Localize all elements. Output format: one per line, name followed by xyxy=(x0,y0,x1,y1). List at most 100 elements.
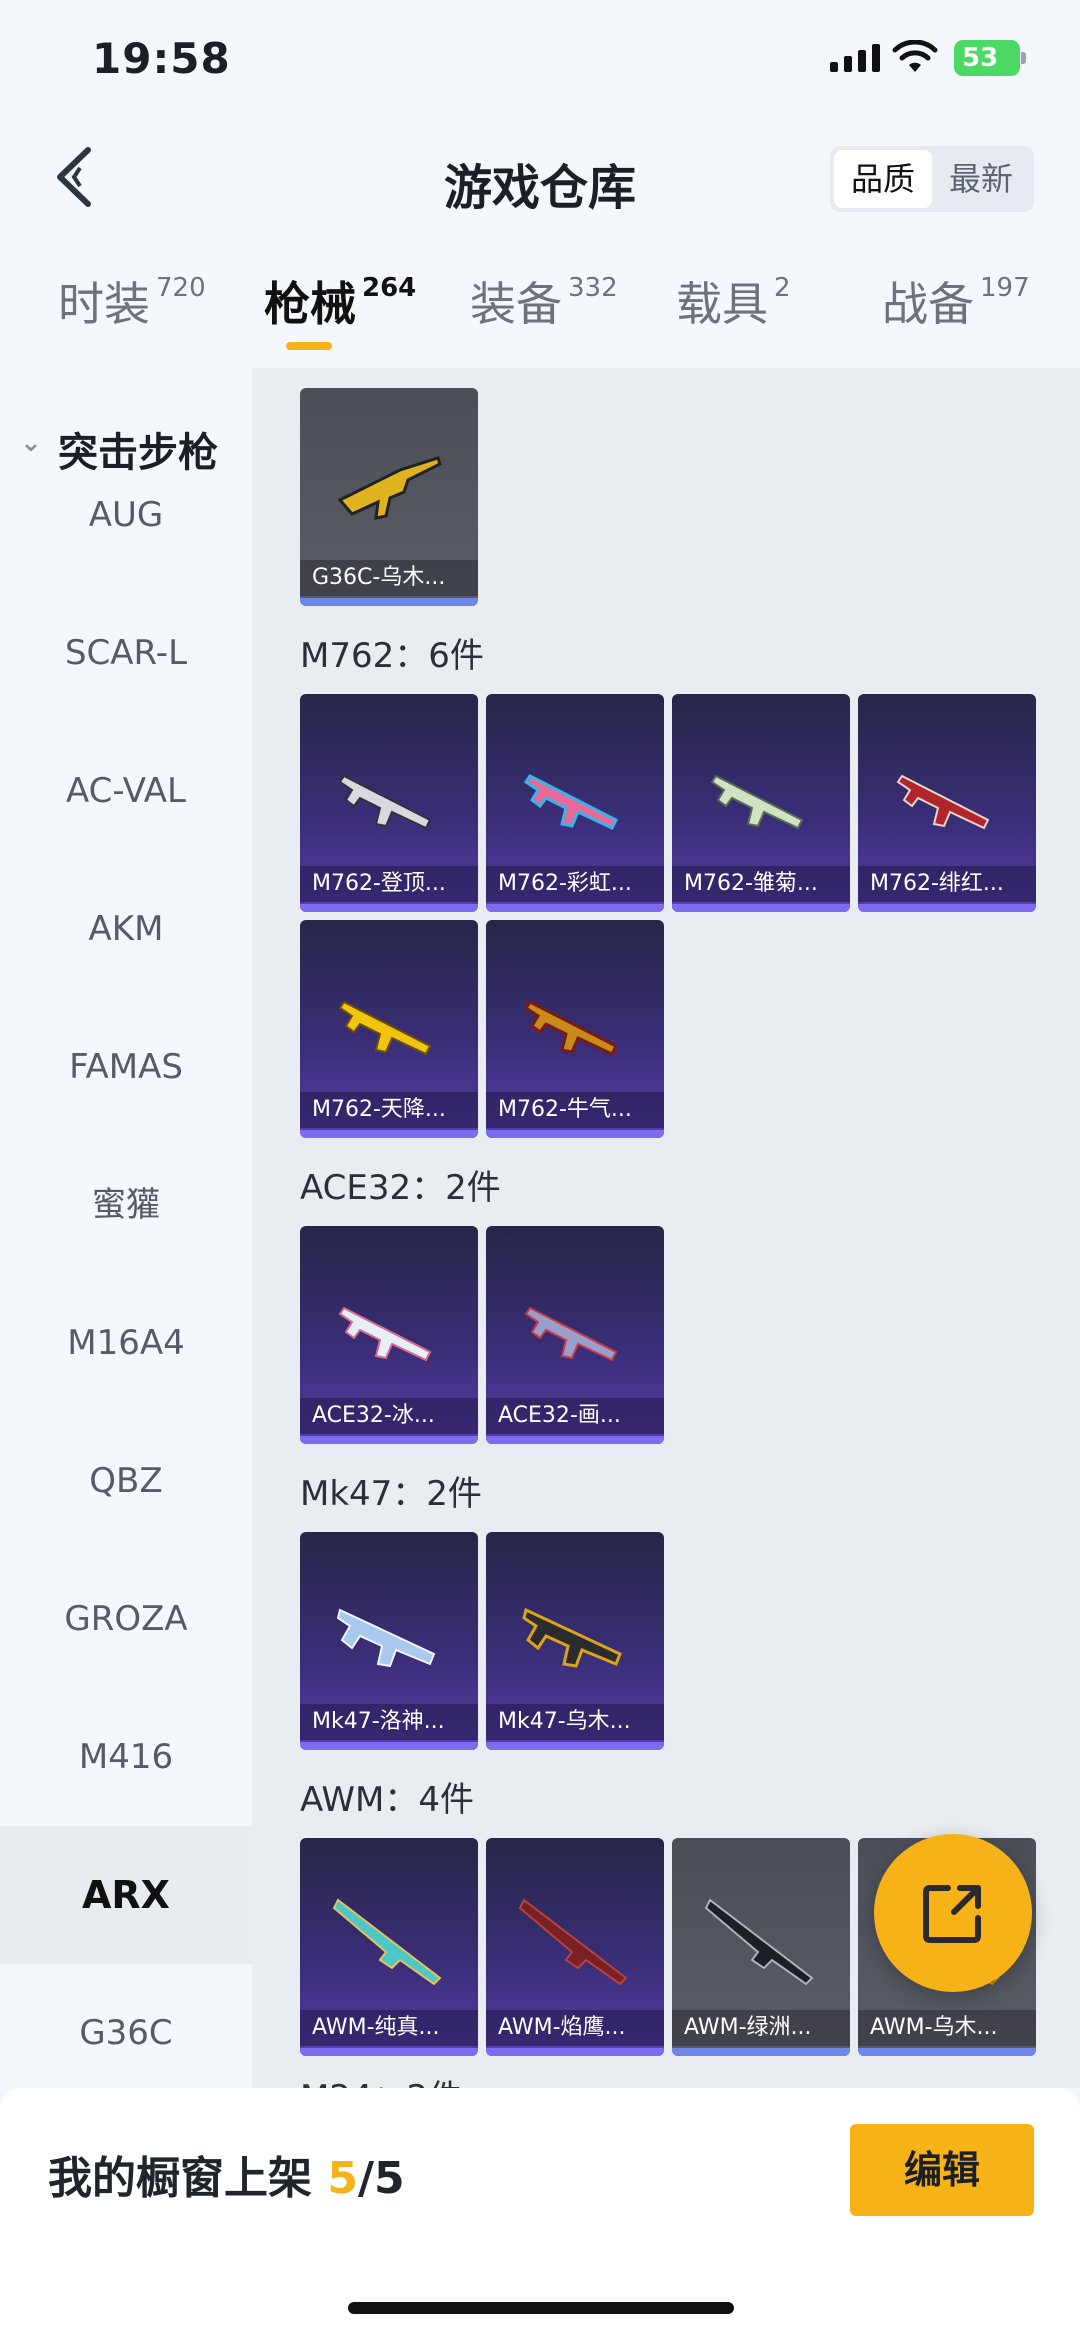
rifle-icon xyxy=(524,1306,618,1362)
skin-card-label: ACE32-冰... xyxy=(300,1398,478,1434)
sidebar-item-honey-badger[interactable]: 蜜獾 xyxy=(0,1136,252,1274)
showcase-total-count: 5 xyxy=(374,2153,405,2204)
sidebar-item-aug[interactable]: AUG xyxy=(0,446,252,584)
rarity-stripe xyxy=(300,1436,478,1444)
rifle-icon xyxy=(896,774,990,830)
skin-card-label: AWM-绿洲... xyxy=(672,2010,850,2046)
category-tabs: 时装 720 枪械 264 装备 332 载具 2 战备 197 xyxy=(0,268,1080,358)
sidebar-item-qbz[interactable]: QBZ xyxy=(0,1412,252,1550)
tab-label: 时装 xyxy=(58,277,150,331)
skin-card-label: M762-牛气... xyxy=(486,1092,664,1128)
tab-count: 332 xyxy=(568,273,618,303)
rarity-stripe xyxy=(672,2048,850,2056)
skin-card[interactable]: G36C-乌木... xyxy=(300,388,478,606)
sidebar-item-akm[interactable]: AKM xyxy=(0,860,252,998)
skin-card[interactable]: M762-雏菊... xyxy=(672,694,850,912)
share-button[interactable] xyxy=(874,1834,1032,1992)
skin-card[interactable]: AWM-焰鹰... xyxy=(486,1838,664,2056)
skin-card[interactable]: Mk47-洛神... xyxy=(300,1532,478,1750)
rifle-icon xyxy=(710,774,804,830)
skin-card-label: ACE32-画... xyxy=(486,1398,664,1434)
sort-newest-button[interactable]: 最新 xyxy=(932,150,1030,208)
sidebar-item-groza[interactable]: GROZA xyxy=(0,1550,252,1688)
skin-card[interactable]: M762-天降... xyxy=(300,920,478,1138)
active-tab-indicator xyxy=(286,342,332,350)
rifle-icon xyxy=(523,774,619,830)
showcase-status: 我的橱窗上架 5/5 xyxy=(48,2142,405,2206)
rarity-stripe xyxy=(300,598,478,606)
skin-card[interactable]: AWM-绿洲... xyxy=(672,1838,850,2056)
weapon-type-sidebar: ⌄ 突击步枪 AUG SCAR-L AC-VAL AKM FAMAS 蜜獾 M1… xyxy=(0,368,252,2088)
rarity-stripe xyxy=(486,904,664,912)
rarity-stripe xyxy=(300,904,478,912)
tab-fashion[interactable]: 时装 720 xyxy=(58,268,206,334)
skin-card[interactable]: M762-彩虹... xyxy=(486,694,664,912)
rifle-icon xyxy=(338,1000,432,1056)
wifi-icon xyxy=(892,40,938,72)
rifle-icon xyxy=(336,1608,436,1668)
sidebar-item-m16a4[interactable]: M16A4 xyxy=(0,1274,252,1412)
skin-card[interactable]: M762-绯红... xyxy=(858,694,1036,912)
rarity-stripe xyxy=(858,2048,1036,2056)
skin-card-label: M762-天降... xyxy=(300,1092,478,1128)
tab-weapons[interactable]: 枪械 264 xyxy=(264,268,416,334)
rifle-icon xyxy=(338,774,432,830)
section-title: AWM：4件 xyxy=(300,1780,474,1820)
rarity-stripe xyxy=(486,1130,664,1138)
skin-card[interactable]: Mk47-乌木... xyxy=(486,1532,664,1750)
tab-equipment[interactable]: 装备 332 xyxy=(470,268,618,334)
tab-supplies[interactable]: 战备 197 xyxy=(882,268,1030,334)
rifle-icon xyxy=(338,1306,432,1362)
skin-card-label: Mk47-乌木... xyxy=(486,1704,664,1740)
showcase-current-count: 5 xyxy=(327,2153,358,2204)
rarity-stripe xyxy=(486,1742,664,1750)
rarity-stripe xyxy=(858,904,1036,912)
skin-card-label: AWM-焰鹰... xyxy=(486,2010,664,2046)
skin-card-label: M762-登顶... xyxy=(300,866,478,902)
rarity-stripe xyxy=(672,904,850,912)
tab-vehicles[interactable]: 载具 2 xyxy=(676,268,791,334)
sniper-rifle-icon xyxy=(518,1898,628,1986)
tab-label: 装备 xyxy=(470,277,562,331)
skin-card[interactable]: ACE32-画... xyxy=(486,1226,664,1444)
skin-card-label: AWM-乌木... xyxy=(858,2010,1036,2046)
sort-toggle: 品质 最新 xyxy=(830,146,1034,212)
tab-label: 载具 xyxy=(676,277,768,331)
battery-level: 53 xyxy=(962,43,999,73)
battery-icon: 53 xyxy=(954,40,1026,76)
tab-label: 枪械 xyxy=(264,277,356,331)
status-bar: 19:58 53 xyxy=(0,0,1080,120)
skin-card[interactable]: ACE32-冰... xyxy=(300,1226,478,1444)
sidebar-item-ac-val[interactable]: AC-VAL xyxy=(0,722,252,860)
rarity-stripe xyxy=(300,1742,478,1750)
sniper-rifle-icon xyxy=(704,1898,814,1986)
skin-card[interactable]: M762-登顶... xyxy=(300,694,478,912)
skin-card[interactable]: M762-牛气... xyxy=(486,920,664,1138)
skin-card-label: G36C-乌木... xyxy=(300,560,478,596)
sidebar-item-scar-l[interactable]: SCAR-L xyxy=(0,584,252,722)
status-time: 19:58 xyxy=(92,34,231,83)
sidebar-item-famas[interactable]: FAMAS xyxy=(0,998,252,1136)
sidebar-item-arx[interactable]: ARX xyxy=(0,1826,252,1964)
rifle-icon xyxy=(523,1000,619,1056)
rarity-stripe xyxy=(486,1436,664,1444)
section-title: M762：6件 xyxy=(300,636,484,676)
skin-card-label: M762-彩虹... xyxy=(486,866,664,902)
sort-quality-button[interactable]: 品质 xyxy=(834,150,932,208)
share-icon xyxy=(923,1885,981,1943)
showcase-label: 我的橱窗上架 xyxy=(48,2153,312,2204)
edit-button[interactable]: 编辑 xyxy=(850,2124,1034,2216)
section-title: Mk47：2件 xyxy=(300,1474,482,1514)
tab-count: 2 xyxy=(774,273,791,303)
home-indicator xyxy=(348,2302,734,2314)
sidebar-item-g36c[interactable]: G36C xyxy=(0,1964,252,2088)
sniper-rifle-icon xyxy=(332,1898,442,1986)
skin-card-label: M762-雏菊... xyxy=(672,866,850,902)
tab-count: 197 xyxy=(980,273,1030,303)
skin-card[interactable]: AWM-纯真... xyxy=(300,1838,478,2056)
sidebar-item-m416[interactable]: M416 xyxy=(0,1688,252,1826)
skin-grid: G36C-乌木... M762：6件 M762-登顶... M762-彩虹...… xyxy=(252,368,1080,2088)
rarity-stripe xyxy=(300,1130,478,1138)
showcase-separator: / xyxy=(357,2153,375,2204)
rifle-icon xyxy=(337,456,442,520)
